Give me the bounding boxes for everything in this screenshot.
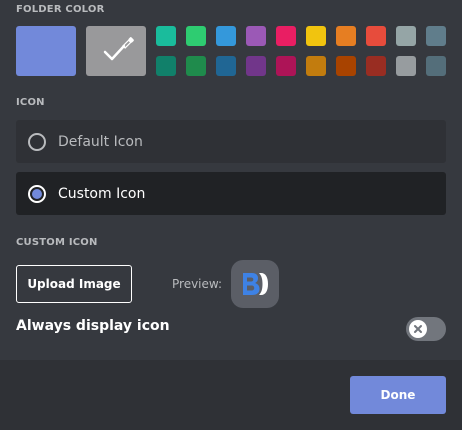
folder-color-title: FOLDER COLOR bbox=[16, 4, 105, 15]
toggle-knob bbox=[409, 320, 427, 338]
eyedropper-check-icon bbox=[103, 37, 134, 61]
radio-selected-icon bbox=[28, 184, 46, 203]
color-swatch[interactable] bbox=[156, 26, 176, 46]
color-swatch[interactable] bbox=[366, 26, 386, 46]
x-icon bbox=[414, 325, 422, 333]
upload-image-button[interactable]: Upload Image bbox=[16, 265, 132, 303]
radio-dot bbox=[32, 188, 42, 199]
color-swatch[interactable] bbox=[246, 56, 266, 76]
color-swatch[interactable] bbox=[216, 26, 236, 46]
color-swatch[interactable] bbox=[216, 56, 236, 76]
custom-icon-title: CUSTOM ICON bbox=[16, 237, 98, 248]
icon-preview bbox=[231, 260, 279, 308]
color-swatch[interactable] bbox=[276, 26, 296, 46]
color-swatch[interactable] bbox=[186, 26, 206, 46]
custom-color-swatch[interactable] bbox=[86, 26, 146, 76]
color-swatch-grid bbox=[156, 26, 446, 76]
radio-label: Custom Icon bbox=[58, 185, 146, 202]
default-color-swatch[interactable] bbox=[16, 26, 76, 76]
always-display-label: Always display icon bbox=[16, 318, 170, 334]
color-swatch[interactable] bbox=[186, 56, 206, 76]
color-swatch[interactable] bbox=[366, 56, 386, 76]
modal-footer: Done bbox=[0, 360, 462, 430]
color-swatch[interactable] bbox=[306, 56, 326, 76]
color-swatch[interactable] bbox=[426, 56, 446, 76]
preview-label: Preview: bbox=[172, 277, 223, 291]
bd-logo-icon bbox=[243, 273, 268, 295]
radio-option-custom-icon[interactable]: Custom Icon bbox=[16, 172, 446, 215]
radio-circle-icon bbox=[28, 132, 46, 151]
icon-section-title: ICON bbox=[16, 97, 45, 108]
color-swatch[interactable] bbox=[276, 56, 296, 76]
color-swatch[interactable] bbox=[306, 26, 326, 46]
always-display-toggle[interactable] bbox=[406, 317, 446, 341]
color-swatch[interactable] bbox=[396, 56, 416, 76]
color-swatch[interactable] bbox=[156, 56, 176, 76]
color-swatch[interactable] bbox=[336, 26, 356, 46]
radio-label: Default Icon bbox=[58, 133, 143, 150]
color-swatch[interactable] bbox=[336, 56, 356, 76]
done-button[interactable]: Done bbox=[350, 376, 446, 414]
radio-option-default-icon[interactable]: Default Icon bbox=[16, 120, 446, 163]
color-swatch[interactable] bbox=[426, 26, 446, 46]
color-swatch[interactable] bbox=[246, 26, 266, 46]
color-swatch[interactable] bbox=[396, 26, 416, 46]
